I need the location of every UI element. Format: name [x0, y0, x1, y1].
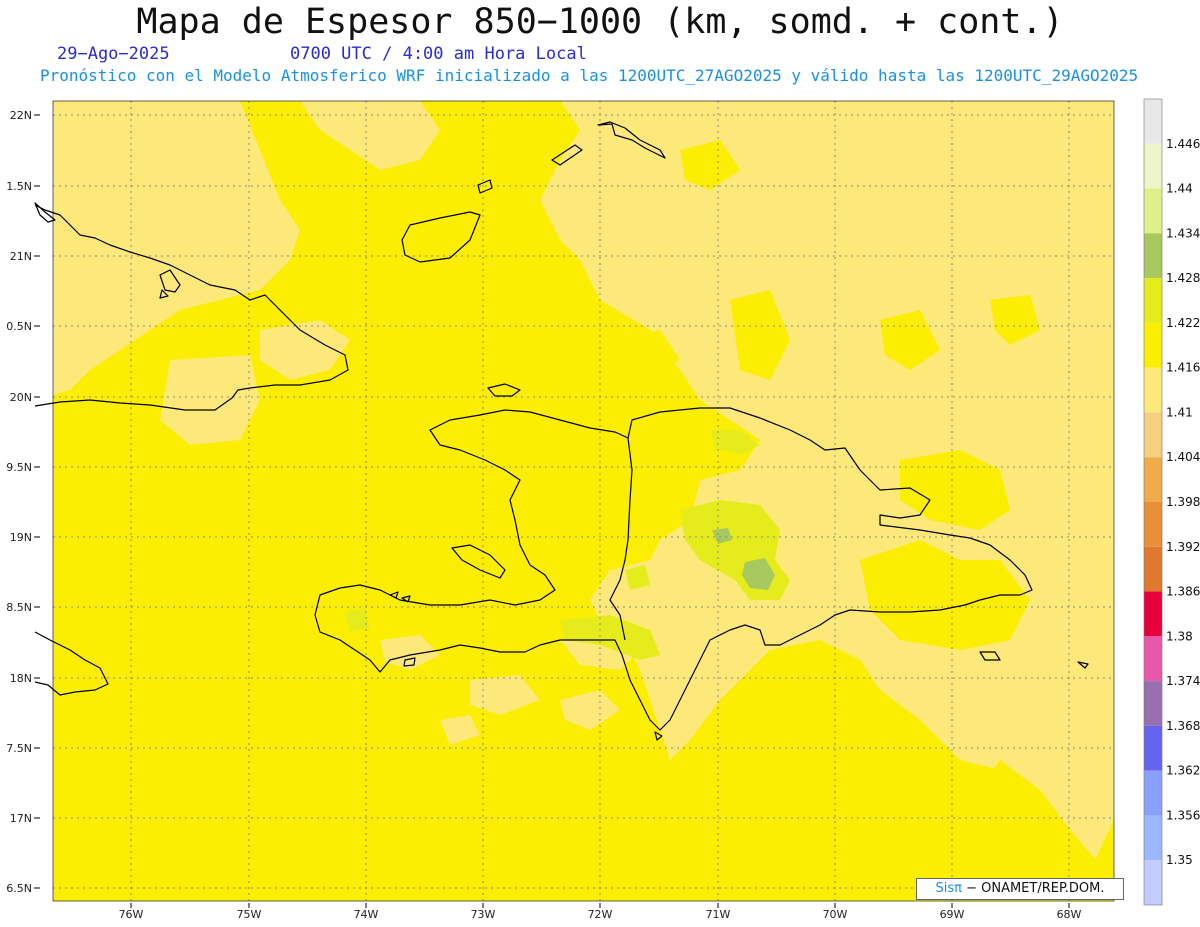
colorbar-swatch [1144, 278, 1162, 323]
colorbar-swatch [1144, 681, 1162, 726]
lon-label: 71W [706, 908, 731, 921]
lon-label: 69W [940, 908, 965, 921]
lon-label: 70W [823, 908, 848, 921]
colorbar-swatch [1144, 591, 1162, 637]
colorbar-label: 1.41 [1166, 405, 1193, 419]
colorbar-swatch [1144, 725, 1162, 771]
colorbar-label: 1.422 [1166, 316, 1200, 330]
lon-label: 73W [471, 908, 496, 921]
colorbar-swatch [1144, 502, 1162, 547]
lat-label: 9.5N [6, 461, 32, 474]
colorbar-label: 1.434 [1166, 226, 1200, 240]
forecast-description: Pronóstico con el Modelo Atmosferico WRF… [40, 66, 1139, 85]
colorbar-label: 1.446 [1166, 137, 1200, 151]
lat-label: 1.5N [6, 180, 32, 193]
colorbar-label: 1.374 [1166, 674, 1200, 688]
lat-ticks [34, 114, 40, 889]
lon-label: 75W [237, 908, 262, 921]
credit-text: − ONAMET/REP.DOM. [961, 881, 1105, 896]
map-title: Mapa de Espesor 850−1000 (km, somd. + co… [136, 2, 1064, 42]
colorbar-swatch [1144, 815, 1162, 861]
lon-label: 72W [588, 908, 613, 921]
colorbar-swatch [1144, 233, 1162, 279]
lat-label: 7.5N [6, 742, 32, 755]
colorbar-label: 1.35 [1166, 853, 1193, 867]
colorbar-label: 1.362 [1166, 764, 1200, 778]
forecast-time: 0700 UTC / 4:00 am Hora Local [290, 44, 587, 64]
lon-label: 74W [354, 908, 379, 921]
forecast-date: 29−Ago−2025 [57, 44, 170, 64]
lat-label: 17N [10, 812, 32, 825]
colorbar-label: 1.392 [1166, 540, 1200, 554]
lon-label: 68W [1057, 908, 1082, 921]
colorbar-label: 1.416 [1166, 361, 1200, 375]
colorbar-swatch [1144, 322, 1162, 368]
colorbar-label: 1.368 [1166, 719, 1200, 733]
lon-ticks [130, 903, 1070, 908]
colorbar-swatch [1144, 412, 1162, 458]
colorbar-label: 1.44 [1166, 182, 1193, 196]
colorbar-label: 1.38 [1166, 629, 1193, 643]
lat-label: 21N [10, 250, 32, 263]
colorbar-swatch [1144, 143, 1162, 189]
lon-label: 76W [119, 908, 144, 921]
latitude-labels: 22N 1.5N 21N 0.5N 20N 9.5N 19N 8.5N 18N … [6, 109, 32, 895]
colorbar-swatch [1144, 99, 1162, 144]
colorbar-label: 1.356 [1166, 808, 1200, 822]
credit-brand: Sisπ [935, 881, 962, 896]
colorbar-label: 1.398 [1166, 495, 1200, 509]
colorbar-swatch [1144, 860, 1162, 905]
colorbar-swatch [1144, 367, 1162, 413]
longitude-labels: 76W 75W 74W 73W 72W 71W 70W 69W 68W [119, 908, 1082, 921]
lat-label: 19N [10, 531, 32, 544]
credit-box: Sisπ − ONAMET/REP.DOM. [916, 878, 1124, 900]
colorbar-label: 1.404 [1166, 450, 1200, 464]
colorbar-swatch [1144, 770, 1162, 816]
colorbar-swatch [1144, 457, 1162, 502]
lat-label: 0.5N [6, 320, 32, 333]
map-figure: 22N 1.5N 21N 0.5N 20N 9.5N 19N 8.5N 18N … [6, 98, 1200, 921]
lat-label: 22N [10, 109, 32, 122]
lat-label: 8.5N [6, 601, 32, 614]
colorbar-label: 1.386 [1166, 585, 1200, 599]
colorbar-swatch [1144, 188, 1162, 234]
colorbar-swatch [1144, 546, 1162, 592]
lat-label: 18N [10, 672, 32, 685]
lat-label: 6.5N [6, 882, 32, 895]
colorbar-swatch [1144, 636, 1162, 682]
lat-label: 20N [10, 391, 32, 404]
colorbar: 1.446 1.44 1.434 1.428 1.422 1.416 1.41 1.404 1.… [1143, 98, 1200, 906]
colorbar-label: 1.428 [1166, 271, 1200, 285]
